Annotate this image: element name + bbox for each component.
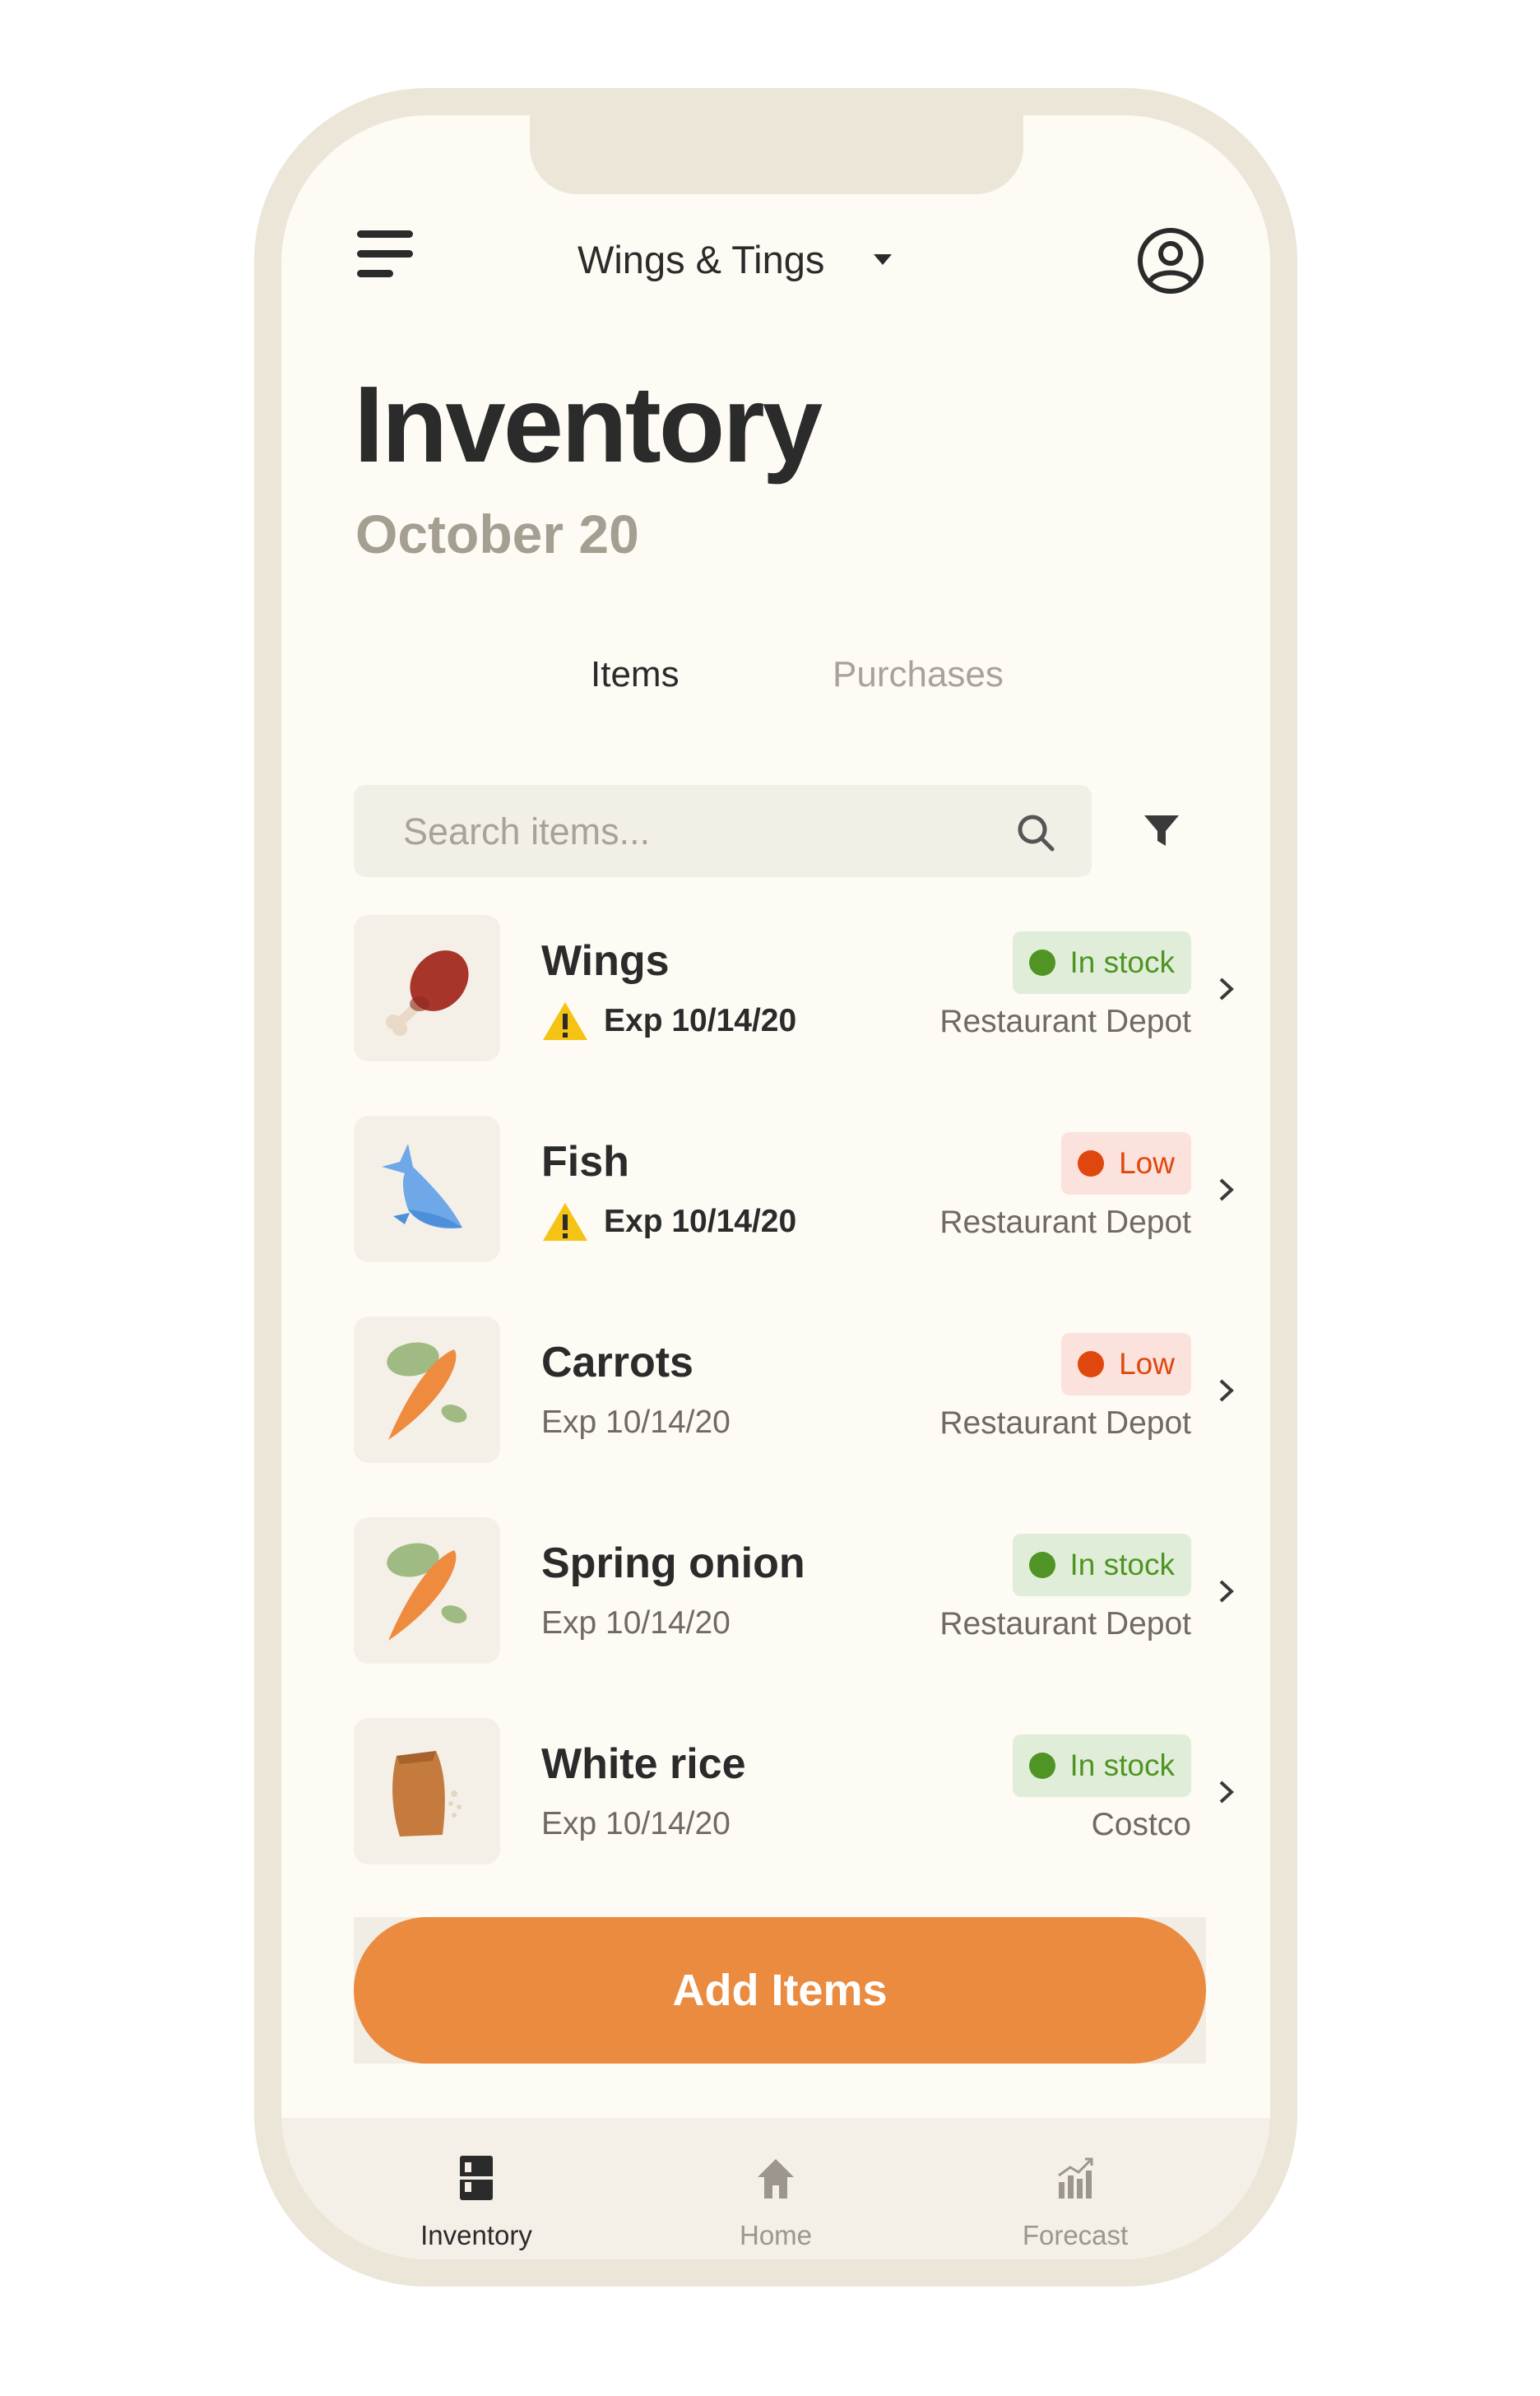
status-label: In stock: [1069, 945, 1176, 979]
menu-line: [357, 250, 413, 258]
inventory-row[interactable]: Carrots Exp 10/14/20 Low Restaurant Depo…: [354, 1316, 1242, 1465]
item-expiry: Exp 10/14/20: [541, 1804, 731, 1845]
item-thumbnail: [354, 1718, 500, 1864]
chevron-right-icon[interactable]: [1209, 1575, 1242, 1608]
item-thumbnail: [354, 1316, 500, 1463]
item-thumbnail: [354, 915, 500, 1061]
item-expiry: Exp 10/14/20: [541, 1201, 796, 1242]
item-name: Carrots: [541, 1339, 693, 1386]
caret-down-icon: [874, 253, 893, 265]
forecast-icon: [1058, 2157, 1093, 2199]
user-profile-icon[interactable]: [1137, 227, 1204, 295]
page-date: October 20: [355, 504, 639, 564]
inventory-row[interactable]: Spring onion Exp 10/14/20 In stock Resta…: [354, 1517, 1242, 1665]
item-name: Wings: [541, 937, 670, 985]
status-label: Low: [1119, 1347, 1175, 1381]
expiry-date: Exp 10/14/20: [541, 1806, 731, 1841]
app-screen: Wings & Tings Inventory October 20 Items…: [281, 115, 1270, 2259]
carrot-icon: [387, 1543, 467, 1641]
rice-bag-icon: [392, 1751, 462, 1836]
inventory-row[interactable]: White rice Exp 10/14/20 In stock Costco: [354, 1718, 1242, 1866]
item-name: White rice: [541, 1740, 746, 1788]
status-dot: [1078, 1351, 1105, 1377]
add-items-container: Add Items: [354, 1917, 1206, 2064]
status-label: Low: [1119, 1146, 1175, 1180]
supplier-name: Restaurant Depot: [939, 1405, 1191, 1441]
status-dot: [1078, 1150, 1105, 1177]
nav-label: Home: [739, 2220, 813, 2250]
item-expiry: Exp 10/14/20: [541, 1603, 731, 1644]
item-thumbnail: [354, 1517, 500, 1664]
supplier-name: Restaurant Depot: [939, 1606, 1191, 1641]
status-dot: [1028, 1753, 1055, 1779]
nav-inventory[interactable]: Inventory: [378, 2118, 575, 2259]
filter-icon[interactable]: [1142, 811, 1181, 851]
home-icon: [758, 2159, 794, 2199]
status-badge: In stock: [1012, 1534, 1191, 1596]
item-name: Fish: [541, 1138, 629, 1186]
search-input[interactable]: [401, 785, 981, 879]
warning-icon: [543, 1203, 587, 1241]
menu-line: [357, 230, 413, 238]
location-selector[interactable]: Wings & Tings: [578, 230, 893, 288]
status-dot: [1028, 1552, 1055, 1578]
status-badge: In stock: [1012, 1734, 1191, 1797]
tab-purchases[interactable]: Purchases: [833, 657, 1004, 693]
nav-forecast[interactable]: Forecast: [976, 2118, 1174, 2259]
item-thumbnail: [354, 1116, 500, 1262]
item-expiry: Exp 10/14/20: [541, 1001, 796, 1042]
inventory-icon: [460, 2156, 493, 2200]
inventory-row[interactable]: Wings Exp 10/14/20 In stock Restaurant D…: [354, 915, 1242, 1063]
menu-line: [357, 270, 393, 277]
add-items-button[interactable]: Add Items: [354, 1917, 1206, 2064]
chevron-right-icon[interactable]: [1209, 1776, 1242, 1809]
search-icon[interactable]: [1016, 813, 1055, 852]
nav-home[interactable]: Home: [677, 2118, 874, 2259]
chevron-right-icon[interactable]: [1209, 973, 1242, 1005]
item-name: Spring onion: [541, 1539, 805, 1587]
status-label: In stock: [1069, 1748, 1176, 1782]
supplier-name: Restaurant Depot: [939, 1004, 1191, 1039]
status-dot: [1028, 950, 1055, 976]
supplier-name: Costco: [1091, 1807, 1191, 1842]
chicken-leg-icon: [386, 950, 469, 1036]
nav-label: Inventory: [420, 2220, 532, 2250]
expiry-date: Exp 10/14/20: [604, 1003, 797, 1038]
inventory-row[interactable]: Fish Exp 10/14/20 Low Restaurant Depot: [354, 1116, 1242, 1264]
search-box: [354, 785, 1092, 879]
expiry-date: Exp 10/14/20: [604, 1204, 797, 1239]
supplier-name: Restaurant Depot: [939, 1205, 1191, 1240]
expiry-date: Exp 10/14/20: [541, 1605, 731, 1641]
fish-icon: [382, 1144, 462, 1229]
phone-notch: [530, 115, 1023, 194]
expiry-date: Exp 10/14/20: [541, 1405, 731, 1440]
bottom-nav: Inventory Home Forecast: [281, 2118, 1270, 2259]
status-badge: Low: [1061, 1333, 1191, 1395]
carrot-icon: [387, 1342, 467, 1440]
menu-icon[interactable]: [357, 230, 413, 280]
status-badge: Low: [1061, 1132, 1191, 1195]
warning-icon: [543, 1002, 587, 1040]
chevron-right-icon[interactable]: [1209, 1374, 1242, 1407]
page-title: Inventory: [354, 364, 823, 485]
tab-items[interactable]: Items: [591, 657, 680, 693]
location-name: Wings & Tings: [578, 237, 825, 281]
chevron-right-icon[interactable]: [1209, 1173, 1242, 1206]
nav-label: Forecast: [1022, 2220, 1129, 2250]
status-badge: In stock: [1012, 931, 1191, 994]
item-expiry: Exp 10/14/20: [541, 1402, 731, 1443]
status-label: In stock: [1069, 1548, 1176, 1581]
